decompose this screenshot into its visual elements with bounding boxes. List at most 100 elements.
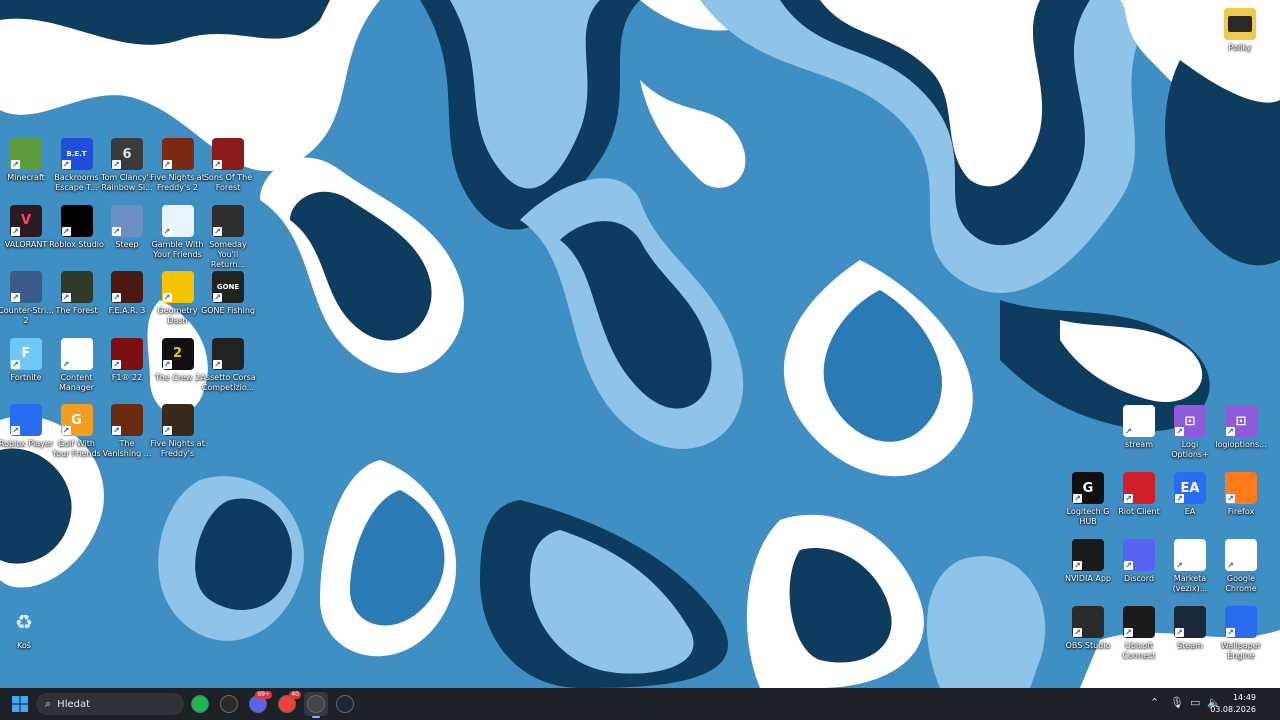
- notification-corner[interactable]: [1274, 688, 1280, 720]
- search-box[interactable]: ⌕ Hledat: [36, 693, 184, 715]
- desktop-icon-sons-of-forest[interactable]: ↗ Sons Of The Forest: [203, 138, 253, 193]
- shortcut-arrow-icon: ↗: [162, 426, 172, 435]
- shortcut-arrow-icon: ↗: [162, 226, 172, 236]
- spotify-icon: [191, 695, 209, 713]
- desktop-icon-content-manager[interactable]: ↗ Content Manager: [52, 337, 102, 393]
- desktop-icon-logioptions[interactable]: ⊡ ↗ logioptions...: [1215, 405, 1267, 450]
- ubisoft-icon: ↗: [1123, 606, 1155, 638]
- valorant-icon: V ↗: [10, 204, 42, 237]
- desktop-icon-the-forest[interactable]: ↗ The Forest: [52, 271, 102, 316]
- shortcut-arrow-icon: ↗: [11, 226, 20, 236]
- shortcut-arrow-icon: ↗: [112, 293, 121, 302]
- desktop-icon-fnaf[interactable]: ↗ Five Nights at Freddy's: [150, 404, 205, 459]
- the-forest-icon: ↗: [60, 271, 93, 303]
- nvidia-app-icon: ↗: [1072, 539, 1104, 571]
- fear3-icon: ↗: [111, 271, 143, 303]
- desktop-icon-marketa[interactable]: ↗ Marketa (vezix)...: [1165, 539, 1215, 594]
- desktop-icon-geometry-dash[interactable]: ↗ Geometry Dash: [153, 271, 203, 326]
- taskbar-epic-games-button[interactable]: [217, 692, 241, 716]
- desktop-icon-label: Ubisoft Connect: [1122, 641, 1156, 660]
- desktop-icon-label: The Vanishing ...: [102, 439, 152, 458]
- desktop-icon-minecraft[interactable]: ↗ Minecraft: [1, 138, 51, 183]
- firefox-icon: ↗: [1225, 472, 1257, 504]
- desktop-icon-logitech-g-hub[interactable]: G ↗ Logitech G HUB: [1063, 472, 1113, 527]
- desktop-icon-label: Roblox Studio: [49, 239, 104, 249]
- taskbar-spotify-button[interactable]: [188, 692, 212, 716]
- desktop-icon-logi-options[interactable]: ⊡ ↗ Logi Options+: [1165, 405, 1215, 460]
- desktop-icon-label: Logi Options+: [1171, 440, 1209, 459]
- desktop-icon-roblox-studio[interactable]: ↗ Roblox Studio: [49, 204, 104, 250]
- desktop-icon-fnaf2[interactable]: ↗ Five Nights at Freddy's 2: [150, 138, 205, 193]
- recycle-bin[interactable]: ♻ Koš: [0, 606, 49, 651]
- start-button[interactable]: [8, 692, 32, 716]
- shortcut-arrow-icon: ↗: [1124, 561, 1133, 570]
- desktop-icon-vanishing[interactable]: ↗ The Vanishing ...: [102, 404, 152, 459]
- taskbar-steam-button[interactable]: [333, 692, 357, 716]
- desktop-icon-obs[interactable]: ↗ OBS Studio: [1063, 606, 1113, 651]
- desktop[interactable]: ↗ Minecraft B.E.T ↗ Backrooms Escape T... 6 ↗ T…: [0, 0, 1280, 688]
- desktop-icon-roblox-player[interactable]: ↗ Roblox Player: [0, 404, 53, 449]
- desktop-icon-label: stream: [1124, 440, 1154, 449]
- shortcut-arrow-icon: ↗: [162, 359, 172, 369]
- desktop-icon-valorant[interactable]: V ↗ VALORANT: [1, 204, 51, 250]
- desktop-icon-gone-fishing[interactable]: GONE ↗ GONE Fishing: [201, 271, 255, 316]
- desktop-icon-label: Someday You'll Return...: [209, 239, 247, 269]
- desktop-icon-label: Golf With Your Friends: [52, 439, 101, 458]
- desktop-icon-stream[interactable]: ↗ stream: [1114, 405, 1164, 450]
- desktop-icon-gamble[interactable]: ↗ Gamble With Your Friends: [152, 204, 203, 260]
- fortnite-icon: F ↗: [10, 337, 42, 370]
- sons-of-forest-icon: ↗: [212, 138, 244, 170]
- desktop-icon-label: Steep: [115, 239, 139, 249]
- notification-badge: 40: [289, 691, 301, 699]
- desktop-icon-fear3[interactable]: ↗ F.E.A.R. 3: [102, 271, 152, 316]
- desktop-icon-label: Discord: [1123, 574, 1155, 583]
- clock-date: 03.08.2026: [1210, 705, 1256, 714]
- shortcut-arrow-icon: ↗: [61, 293, 71, 302]
- desktop-icon-riot-client[interactable]: ↗ Riot Client: [1114, 472, 1164, 517]
- desktop-icon-google-chrome[interactable]: ↗ Google Chrome: [1216, 539, 1266, 594]
- microphone-icon[interactable]: 🎙: [1170, 696, 1184, 709]
- desktop-icon-label: Google Chrome: [1225, 574, 1257, 593]
- content-manager-icon: ↗: [60, 337, 93, 370]
- shortcut-arrow-icon: ↗: [213, 160, 222, 169]
- epic-games-icon: [220, 695, 238, 713]
- show-hidden-icons-chevron-icon[interactable]: ⌃: [1150, 696, 1159, 709]
- network-icon[interactable]: ▭: [1190, 696, 1200, 709]
- clock-time: 14:49: [1232, 693, 1256, 702]
- desktop-icon-label: Assetto Corsa Competizio...: [200, 372, 256, 392]
- assetto-corsa-icon: ↗: [212, 337, 244, 370]
- desktop-icon-nvidia-app[interactable]: ↗ NVIDIA App: [1063, 539, 1113, 584]
- desktop-icon-someday[interactable]: ↗ Someday You'll Return...: [203, 204, 253, 270]
- desktop-icon-steep[interactable]: ↗ Steep: [102, 204, 152, 250]
- active-indicator: [312, 716, 320, 718]
- desktop-icon-label: Backrooms Escape T...: [54, 173, 99, 192]
- desktop-icon-ubisoft[interactable]: ↗ Ubisoft Connect: [1114, 606, 1164, 661]
- desktop-icon-counter-strike[interactable]: ↗ Counter-Stri... 2: [0, 271, 54, 326]
- desktop-icon-wallpaper-engine[interactable]: ↗ Wallpaper Engine: [1216, 606, 1266, 661]
- minecraft-icon: ↗: [10, 138, 42, 170]
- desktop-icon-f1-22[interactable]: ↗ F1® 22: [102, 337, 152, 383]
- shortcut-arrow-icon: ↗: [11, 293, 20, 302]
- taskbar-chrome-button[interactable]: 40: [275, 691, 301, 716]
- desktop-icon-the-crew-2[interactable]: 2 ↗ The Crew 2: [153, 337, 203, 383]
- recycle-bin-icon: ♻: [15, 610, 33, 634]
- desktop-icon-fortnite[interactable]: F ↗ Fortnite: [1, 337, 51, 383]
- desktop-icon-discord[interactable]: ↗ Discord: [1114, 539, 1164, 584]
- desktop-icon-golf[interactable]: G ↗ Golf With Your Friends: [52, 404, 102, 459]
- desktop-icon-label: OBS Studio: [1065, 641, 1111, 650]
- taskbar-obs-button[interactable]: [304, 692, 328, 718]
- shortcut-arrow-icon: ↗: [112, 359, 121, 369]
- desktop-icon-backrooms[interactable]: B.E.T ↗ Backrooms Escape T...: [52, 138, 102, 193]
- desktop-icon-assetto-corsa[interactable]: ↗ Assetto Corsa Competizio...: [200, 337, 256, 393]
- folder-pollky[interactable]: Pollky: [1215, 8, 1265, 53]
- taskbar-discord-button[interactable]: 99+: [246, 691, 272, 716]
- f1-22-icon: ↗: [111, 337, 143, 370]
- desktop-icon-firefox[interactable]: ↗ Firefox: [1216, 472, 1266, 517]
- obs-icon: ↗: [1072, 606, 1104, 638]
- desktop-icon-rainbow-six[interactable]: 6 ↗ Tom Clancy's Rainbow Si...: [101, 138, 153, 193]
- desktop-icon-steam[interactable]: ↗ Steam: [1165, 606, 1215, 651]
- desktop-icon-ea[interactable]: EA ↗ EA: [1165, 472, 1215, 517]
- shortcut-arrow-icon: ↗: [112, 160, 121, 169]
- desktop-icon-label: VALORANT: [4, 239, 48, 249]
- clock[interactable]: 14:49 03.08.2026: [1210, 692, 1256, 716]
